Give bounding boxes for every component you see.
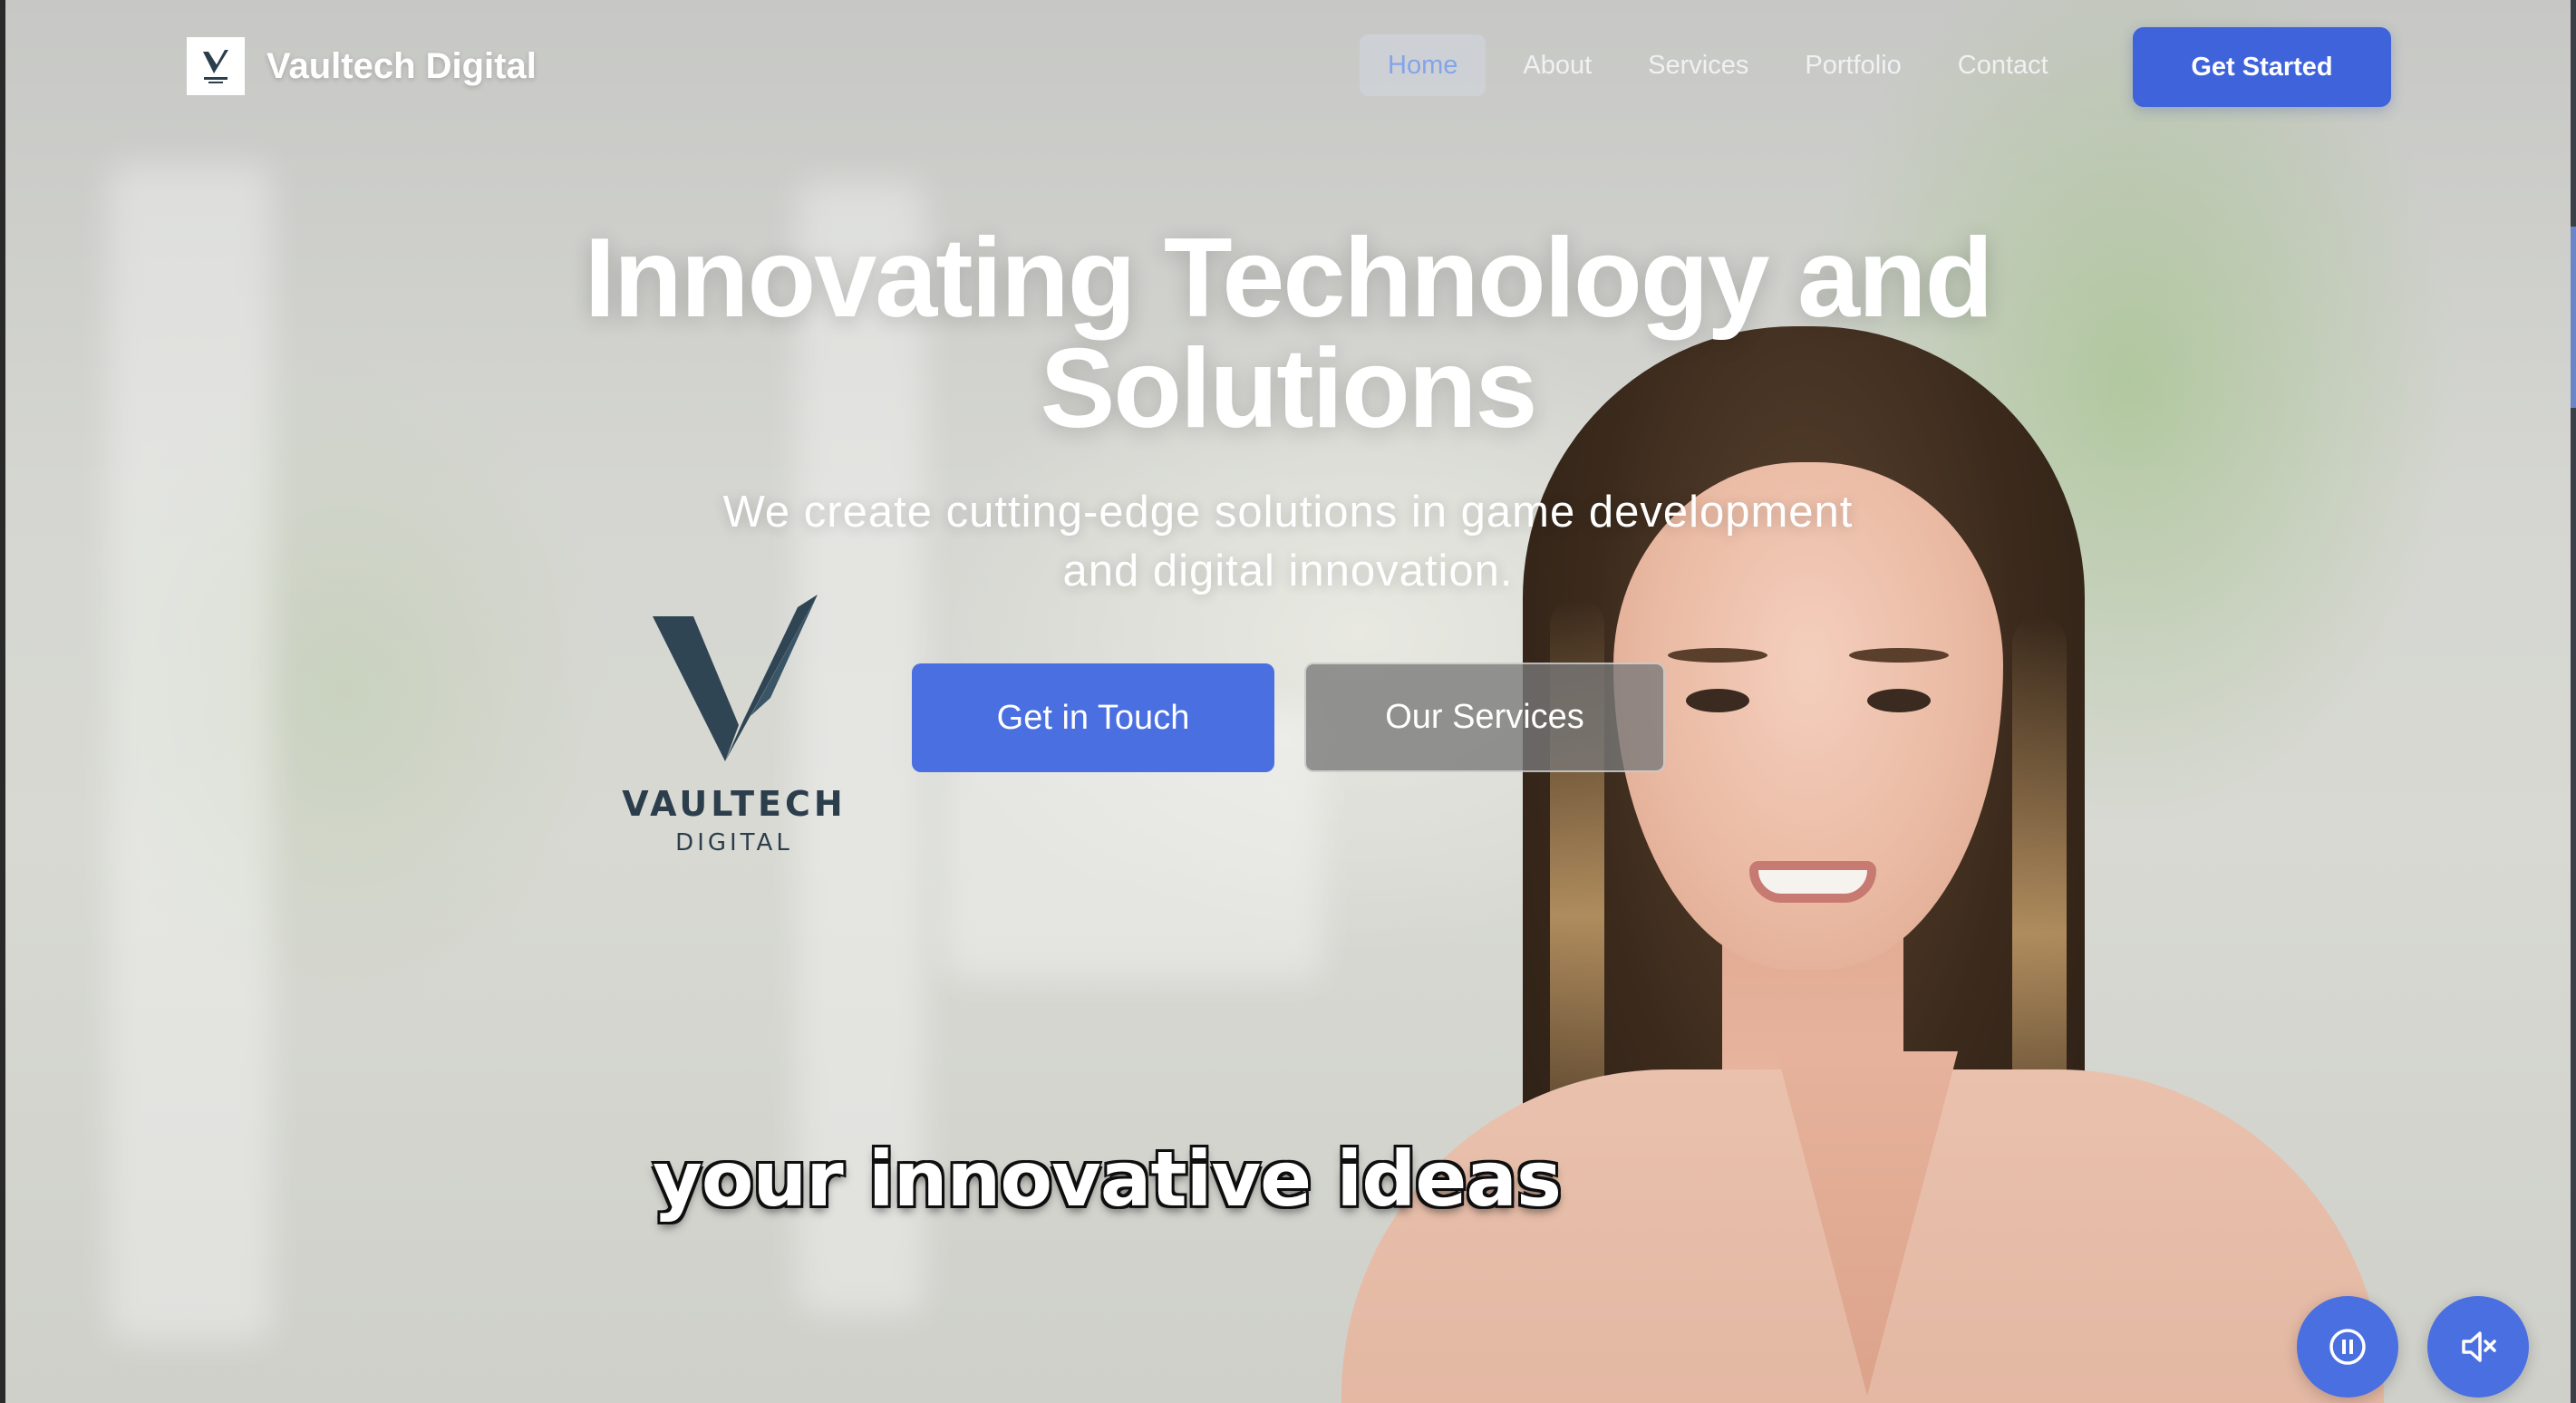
presenter-smile bbox=[1749, 861, 1876, 903]
nav-about[interactable]: About bbox=[1495, 34, 1620, 96]
presenter-brow bbox=[1849, 648, 1949, 663]
hero-subtitle: We create cutting-edge solutions in game… bbox=[654, 483, 1922, 601]
hero-subtitle-line: and digital innovation. bbox=[1062, 547, 1514, 595]
get-in-touch-button[interactable]: Get in Touch bbox=[912, 663, 1274, 772]
pause-icon bbox=[2329, 1329, 2366, 1365]
presenter-brow bbox=[1668, 648, 1767, 663]
video-logo-wordmark: VAULTECH bbox=[622, 784, 846, 824]
background-column bbox=[109, 163, 272, 1341]
pause-button[interactable] bbox=[2297, 1296, 2398, 1398]
page-scrollbar[interactable] bbox=[2571, 0, 2576, 1403]
brand-logo-icon bbox=[187, 37, 245, 95]
nav-portfolio[interactable]: Portfolio bbox=[1777, 34, 1929, 96]
hero-title-line: Solutions bbox=[1040, 326, 1538, 451]
presenter-eye bbox=[1867, 689, 1931, 712]
video-vaultech-logo: VAULTECH DIGITAL bbox=[616, 589, 852, 861]
hero-title: Innovating Technology and Solutions bbox=[382, 222, 2194, 445]
main-nav: Home About Services Portfolio Contact bbox=[1360, 34, 2077, 96]
video-caption: your innovative ideas bbox=[653, 1135, 1562, 1224]
mute-button[interactable] bbox=[2427, 1296, 2529, 1398]
get-started-button[interactable]: Get Started bbox=[2133, 27, 2391, 107]
our-services-button[interactable]: Our Services bbox=[1304, 663, 1665, 772]
nav-home[interactable]: Home bbox=[1360, 34, 1487, 96]
presenter-eye bbox=[1686, 689, 1749, 712]
site-header: Vaultech Digital Home About Services Por… bbox=[0, 0, 2576, 134]
volume-muted-icon bbox=[2462, 1331, 2496, 1362]
window-edge bbox=[0, 0, 5, 1403]
brand-link[interactable]: Vaultech Digital bbox=[187, 37, 537, 95]
video-logo-subword: DIGITAL bbox=[675, 829, 793, 856]
brand-name: Vaultech Digital bbox=[266, 45, 537, 86]
nav-contact[interactable]: Contact bbox=[1930, 34, 2077, 96]
hero-title-line: Innovating Technology and bbox=[584, 216, 1994, 341]
hero-subtitle-line: We create cutting-edge solutions in game… bbox=[722, 488, 1854, 537]
nav-services[interactable]: Services bbox=[1620, 34, 1777, 96]
